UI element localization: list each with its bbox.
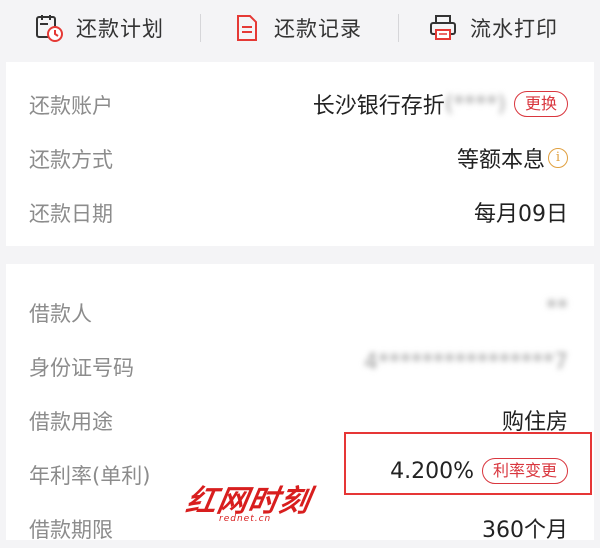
bank-name: 长沙银行存折 [312,94,445,119]
interest-rate-key: 年利率(单利) [29,464,151,488]
repayment-info-card: 还款账户 长沙银行存折 (****) 更换 还款方式 等额本息 i 还款日期 每… [6,62,594,246]
repayment-date-key: 还款日期 [29,202,113,226]
id-number-value: 4****************7 [364,350,568,375]
info-icon[interactable]: i [548,148,568,168]
repayment-date-row: 还款日期 每月09日 [6,192,594,232]
masked-borrower-name: ** [546,296,568,321]
borrower-key: 借款人 [29,302,92,326]
toolbar-divider [200,14,201,42]
watermark-logo: 红网时刻 rednet.cn [183,474,333,530]
loan-term-value: 360个月 [482,518,568,543]
statement-print-label: 流水打印 [470,17,558,41]
repayment-account-key: 还款账户 [29,94,113,118]
repayment-record-button[interactable]: 还款记录 [232,9,362,47]
repayment-method-value: 等额本息 i [457,142,568,174]
borrower-value: ** [546,296,568,321]
repayment-account-value: 长沙银行存折 (****) 更换 [313,88,568,120]
repayment-plan-label: 还款计划 [76,17,164,41]
toolbar-divider [398,14,399,42]
repayment-method-key: 还款方式 [29,148,113,172]
calendar-clock-icon [34,13,64,43]
repayment-plan-button[interactable]: 还款计划 [34,9,164,47]
loan-purpose-key: 借款用途 [29,410,113,434]
masked-account-number: (****) [444,91,506,117]
id-number-row: 身份证号码 4****************7 [6,346,594,386]
repayment-method-row: 还款方式 等额本息 i [6,138,594,178]
printer-icon [428,13,458,43]
repayment-record-label: 还款记录 [274,17,362,41]
id-number-key: 身份证号码 [29,356,134,380]
rate-highlight-box [344,432,592,495]
masked-id-number: 4****************7 [364,350,568,375]
change-account-button[interactable]: 更换 [513,91,568,117]
watermark-subtext: rednet.cn [219,514,272,524]
borrower-row: 借款人 ** [6,292,594,332]
repayment-account-row: 还款账户 长沙银行存折 (****) 更换 [6,84,594,124]
repayment-date-value: 每月09日 [474,202,568,227]
statement-print-button[interactable]: 流水打印 [428,9,558,47]
top-toolbar: 还款计划 还款记录 流水打印 [0,0,600,58]
method-text: 等额本息 [456,148,545,173]
document-list-icon [232,13,262,43]
